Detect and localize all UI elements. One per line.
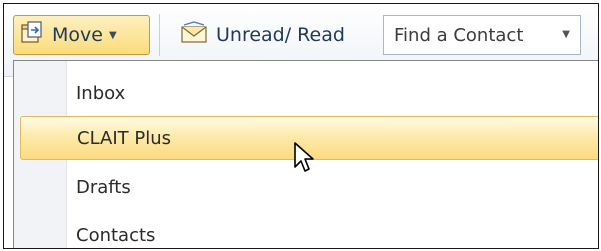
toolbar-divider xyxy=(159,14,160,56)
menu-item-label: Inbox xyxy=(76,82,126,104)
menu-item-inbox[interactable]: Inbox xyxy=(14,71,598,115)
move-button[interactable]: Move ▼ xyxy=(13,15,150,55)
find-contact-text: Find a Contact xyxy=(394,24,524,46)
move-to-folder-icon xyxy=(20,20,46,50)
unread-read-button[interactable]: Unread/ Read xyxy=(180,15,345,55)
dropdown-arrow-icon: ▼ xyxy=(108,29,117,41)
menu-item-label: CLAIT Plus xyxy=(77,127,171,149)
unread-read-label: Unread/ Read xyxy=(216,24,345,46)
menu-item-label: Contacts xyxy=(76,224,156,246)
mouse-pointer-icon xyxy=(293,141,315,177)
outlook-window: Move ▼ Unread/ Read Find a Contact ▼ Inb… xyxy=(3,3,599,249)
find-contact-combobox[interactable]: Find a Contact ▼ xyxy=(383,15,581,55)
move-label: Move xyxy=(52,24,103,46)
menu-item-contacts[interactable]: Contacts xyxy=(14,213,598,248)
envelope-icon xyxy=(180,20,208,50)
menu-item-label: Drafts xyxy=(76,176,131,198)
dropdown-arrow-icon[interactable]: ▼ xyxy=(562,29,570,40)
